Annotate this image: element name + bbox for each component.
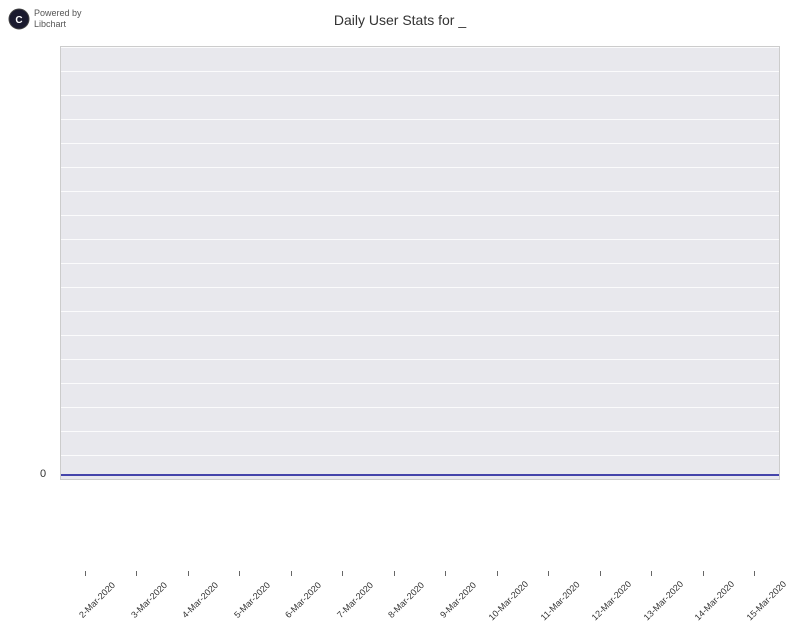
x-label-wrapper: 5-Mar-2020 <box>215 571 265 590</box>
grid-line <box>61 143 779 144</box>
x-axis-label: 5-Mar-2020 <box>229 580 271 622</box>
chart-title: Daily User Stats for _ <box>0 12 800 28</box>
x-tick <box>754 571 755 576</box>
grid-line <box>61 407 779 408</box>
x-axis-label: 8-Mar-2020 <box>384 580 426 622</box>
x-label-wrapper: 11-Mar-2020 <box>524 571 574 590</box>
data-line <box>61 474 779 476</box>
x-axis-label: 12-Mar-2020 <box>590 580 632 622</box>
grid-lines <box>61 47 779 479</box>
x-label-wrapper: 9-Mar-2020 <box>421 571 471 590</box>
x-axis-label: 14-Mar-2020 <box>693 580 735 622</box>
x-label-wrapper: 3-Mar-2020 <box>112 571 162 590</box>
x-axis-label: 10-Mar-2020 <box>487 580 529 622</box>
x-label-wrapper: 15-Mar-2020 <box>730 571 780 590</box>
x-label-wrapper: 7-Mar-2020 <box>318 571 368 590</box>
grid-line <box>61 263 779 264</box>
grid-line <box>61 359 779 360</box>
x-tick <box>651 571 652 576</box>
x-tick <box>703 571 704 576</box>
x-tick <box>342 571 343 576</box>
x-tick <box>600 571 601 576</box>
x-axis-label: 3-Mar-2020 <box>126 580 168 622</box>
grid-line <box>61 47 779 48</box>
grid-line <box>61 479 779 480</box>
x-label-wrapper: 2-Mar-2020 <box>60 571 110 590</box>
x-tick <box>445 571 446 576</box>
x-axis-label: 4-Mar-2020 <box>178 580 220 622</box>
x-tick <box>291 571 292 576</box>
grid-line <box>61 95 779 96</box>
y-axis: 0 <box>40 46 50 480</box>
x-axis-label: 7-Mar-2020 <box>332 580 374 622</box>
x-label-wrapper: 13-Mar-2020 <box>627 571 677 590</box>
grid-line <box>61 431 779 432</box>
x-tick <box>548 571 549 576</box>
x-label-wrapper: 12-Mar-2020 <box>575 571 625 590</box>
x-tick <box>136 571 137 576</box>
x-axis-label: 6-Mar-2020 <box>281 580 323 622</box>
x-axis: 2-Mar-20203-Mar-20204-Mar-20205-Mar-2020… <box>60 571 780 590</box>
grid-line <box>61 335 779 336</box>
chart-container: C Powered by Libchart Daily User Stats f… <box>0 0 800 600</box>
grid-line <box>61 287 779 288</box>
x-tick <box>394 571 395 576</box>
grid-line <box>61 215 779 216</box>
grid-line <box>61 455 779 456</box>
x-axis-label: 2-Mar-2020 <box>75 580 117 622</box>
x-axis-label: 13-Mar-2020 <box>641 580 683 622</box>
x-label-wrapper: 6-Mar-2020 <box>266 571 316 590</box>
x-label-wrapper: 8-Mar-2020 <box>369 571 419 590</box>
x-tick <box>85 571 86 576</box>
x-label-wrapper: 14-Mar-2020 <box>678 571 728 590</box>
x-tick <box>239 571 240 576</box>
grid-line <box>61 167 779 168</box>
grid-line <box>61 311 779 312</box>
x-tick <box>497 571 498 576</box>
grid-line <box>61 119 779 120</box>
chart-plot-area <box>60 46 780 480</box>
grid-line <box>61 191 779 192</box>
grid-line <box>61 239 779 240</box>
grid-line <box>61 71 779 72</box>
x-tick <box>188 571 189 576</box>
x-label-wrapper: 4-Mar-2020 <box>163 571 213 590</box>
x-axis-label: 15-Mar-2020 <box>745 580 787 622</box>
y-axis-label-0: 0 <box>40 468 50 480</box>
x-label-wrapper: 10-Mar-2020 <box>472 571 522 590</box>
grid-line <box>61 383 779 384</box>
x-axis-label: 9-Mar-2020 <box>435 580 477 622</box>
x-axis-label: 11-Mar-2020 <box>538 580 580 622</box>
